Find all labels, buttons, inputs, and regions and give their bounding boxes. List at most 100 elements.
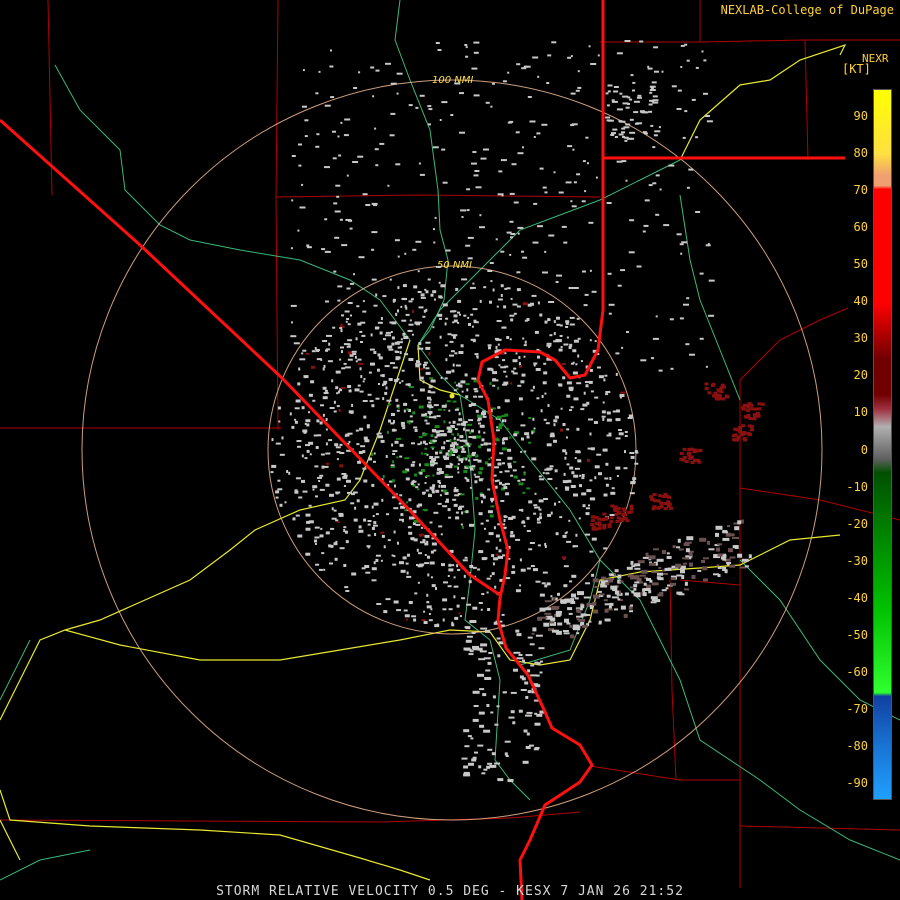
echo-pixel	[449, 439, 452, 442]
echo-pixel	[532, 385, 535, 389]
echo-pixel	[621, 160, 627, 163]
echo-pixel	[596, 590, 602, 593]
echo-pixel	[521, 412, 524, 416]
echo-pixel	[361, 334, 366, 337]
echo-pixel	[564, 532, 567, 535]
echo-pixel	[684, 588, 689, 591]
echo-pixel	[618, 133, 624, 136]
echo-pixel	[542, 471, 545, 474]
echo-pixel	[378, 383, 380, 385]
echo-pixel	[443, 409, 446, 411]
echo-pixel	[401, 369, 405, 372]
echo-pixel	[407, 526, 411, 529]
echo-pixel	[357, 384, 361, 387]
echo-pixel	[354, 388, 360, 392]
echo-pixel	[363, 378, 366, 380]
echo-pixel	[529, 120, 536, 123]
echo-pixel	[453, 595, 456, 599]
echo-pixel	[582, 504, 586, 508]
echo-pixel	[586, 458, 590, 462]
echo-pixel	[302, 490, 308, 493]
echo-pixel	[708, 314, 715, 317]
echo-pixel	[316, 419, 320, 423]
echo-pixel	[437, 408, 442, 411]
echo-pixel	[383, 545, 386, 549]
echo-pixel	[396, 409, 400, 412]
echo-pixel	[632, 81, 636, 84]
echo-pixel	[565, 326, 569, 328]
echo-pixel	[609, 477, 612, 480]
echo-pixel	[501, 613, 505, 616]
echo-pixel	[534, 722, 541, 726]
echo-pixel	[422, 539, 426, 543]
echo-pixel	[375, 69, 380, 72]
echo-pixel	[406, 575, 412, 578]
echo-pixel	[686, 186, 690, 189]
echo-pixel	[604, 477, 609, 480]
echo-pixel	[425, 341, 431, 344]
echo-pixel	[456, 423, 461, 426]
echo-pixel	[695, 211, 701, 213]
echo-pixel	[470, 313, 474, 316]
echo-pixel	[691, 98, 696, 101]
echo-pixel	[482, 415, 487, 418]
echo-pixel	[690, 461, 695, 464]
echo-pixel	[594, 586, 599, 588]
echo-pixel	[397, 346, 402, 349]
echo-pixel	[453, 503, 458, 507]
echo-pixel	[517, 384, 522, 387]
echo-pixel	[722, 567, 726, 570]
echo-pixel	[482, 693, 487, 697]
echo-pixel	[308, 441, 314, 445]
echo-pixel	[506, 231, 512, 234]
echo-pixel	[430, 391, 436, 394]
echo-pixel	[275, 442, 281, 445]
echo-pixel	[397, 541, 399, 545]
echo-pixel	[487, 367, 493, 371]
echo-pixel	[475, 409, 479, 413]
echo-pixel	[357, 155, 364, 158]
echo-pixel	[419, 376, 424, 380]
echo-pixel	[546, 342, 552, 345]
echo-pixel	[634, 462, 639, 465]
echo-pixel	[664, 567, 672, 571]
echo-pixel	[510, 297, 513, 300]
echo-pixel	[334, 210, 341, 213]
echo-pixel	[491, 554, 495, 558]
echo-pixel	[284, 501, 287, 504]
echo-pixel	[447, 450, 450, 452]
echo-pixel	[722, 537, 730, 541]
echo-pixel	[428, 123, 431, 126]
echo-pixel	[663, 224, 670, 227]
echo-pixel	[721, 397, 726, 401]
echo-pixel	[338, 409, 341, 412]
echo-pixel	[688, 456, 693, 460]
echo-pixel	[336, 477, 341, 481]
echo-pixel	[487, 608, 491, 611]
echo-pixel	[542, 271, 548, 274]
echo-pixel	[338, 154, 342, 157]
echo-pixel	[439, 482, 441, 484]
echo-pixel	[358, 71, 361, 74]
echo-pixel	[603, 547, 608, 550]
echo-pixel	[519, 584, 522, 587]
echo-pixel	[478, 711, 485, 715]
echo-pixel	[442, 303, 448, 307]
echo-pixel	[459, 435, 464, 439]
echo-pixel	[445, 452, 449, 456]
radar-map: 50 NMI 100 NMI	[0, 0, 900, 900]
echo-pixel	[323, 364, 326, 368]
echo-pixel	[485, 519, 489, 522]
echo-pixel	[391, 554, 394, 557]
echo-pixel	[554, 469, 558, 473]
echo-pixel	[682, 136, 686, 139]
echo-pixel	[571, 593, 576, 598]
echo-pixel	[609, 520, 614, 524]
echo-pixel	[301, 454, 304, 458]
echo-pixel	[471, 632, 476, 634]
echo-pixel	[375, 558, 379, 562]
echo-pixel	[425, 371, 431, 375]
echo-pixel	[620, 605, 626, 610]
echo-pixel	[296, 440, 302, 442]
echo-pixel	[741, 407, 746, 411]
